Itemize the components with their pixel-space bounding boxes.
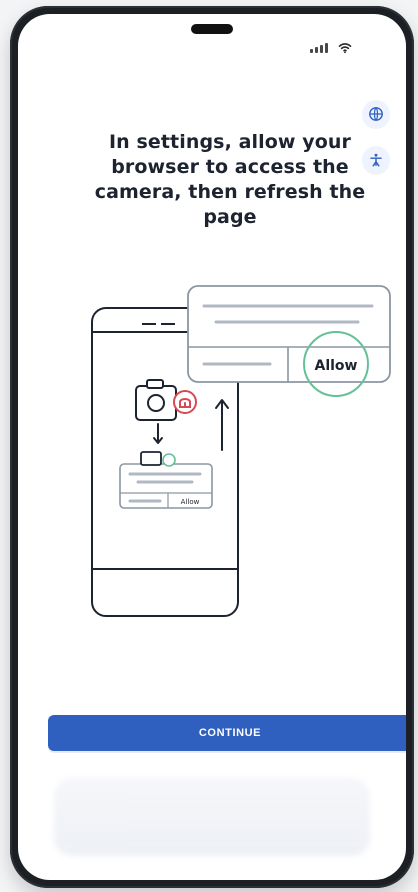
small-allow-text: Allow <box>181 498 200 506</box>
bottom-safe-area <box>54 778 370 856</box>
instruction-illustration: Allow Allow <box>40 284 400 644</box>
wifi-icon <box>338 42 352 54</box>
device-frame: In settings, allow your browser to acces… <box>10 6 414 888</box>
allow-text: Allow <box>315 358 358 374</box>
device-screen: In settings, allow your browser to acces… <box>18 14 406 880</box>
globe-button[interactable] <box>362 100 390 128</box>
accessibility-icon <box>368 152 384 168</box>
status-bar <box>310 42 352 54</box>
continue-button[interactable]: CONTINUE <box>48 715 406 751</box>
page-title: In settings, allow your browser to acces… <box>94 131 366 228</box>
signal-icon <box>310 43 328 53</box>
globe-icon <box>368 106 384 122</box>
instruction-svg: Allow Allow <box>91 285 391 617</box>
app-screen: In settings, allow your browser to acces… <box>0 0 418 892</box>
device-notch <box>191 24 233 34</box>
